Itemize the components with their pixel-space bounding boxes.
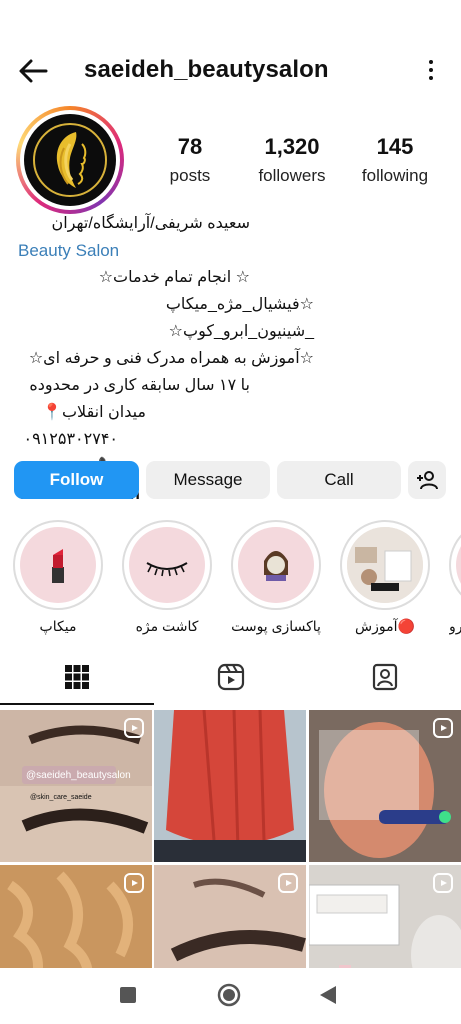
suggest-people-button[interactable]	[408, 461, 446, 499]
back-arrow-icon[interactable]	[16, 54, 50, 88]
posts-count-value: 78	[177, 134, 203, 159]
bio-line: ☆آموزش به همراه مدرک فنی و حرفه ای☆	[28, 350, 314, 367]
highlight-label: رو	[449, 618, 461, 634]
highlight-label: میکاپ	[39, 618, 77, 634]
profile-username: saeideh_beautysalon	[84, 56, 329, 83]
bio-line: میدان انقلاب📍	[42, 404, 146, 421]
highlight-label: 🔴آموزش	[355, 618, 415, 634]
highlight-label: پاکسازی پوست	[231, 618, 321, 634]
add-person-icon	[417, 471, 438, 490]
following-count-label: following	[361, 166, 429, 185]
following-count-value: 145	[376, 134, 414, 159]
bio-line: ☆فیشیال_مژه_میکاپ _شینیون_ابرو_کوپ☆	[165, 296, 314, 340]
highlight-makeup[interactable]: میکاپ	[13, 520, 103, 635]
story-ring[interactable]	[16, 106, 124, 214]
post-thumbnail[interactable]	[154, 710, 306, 862]
post-thumbnail[interactable]: @saeideh_beautysalon @skin_care_saeide	[0, 710, 152, 862]
highlight-label: کاشت مژه	[135, 618, 199, 634]
follow-button[interactable]: Follow	[14, 461, 139, 499]
face-mask-icon	[264, 551, 288, 581]
followers-count-value: 1,320	[264, 134, 320, 159]
reels-icon[interactable]	[216, 662, 246, 692]
avatar	[24, 114, 116, 206]
reel-badge-icon	[124, 718, 144, 738]
lipstick-icon	[52, 549, 64, 583]
more-options-icon[interactable]	[427, 60, 435, 84]
followers-count-label: followers	[258, 166, 326, 185]
reel-badge-icon	[278, 873, 298, 893]
highlight-skin-cleansing[interactable]: پاکسازی پوست	[231, 520, 321, 635]
bio-line: با ۱۷ سال سابقه کاری در محدوده	[29, 377, 250, 394]
profile-tabs	[0, 652, 461, 706]
call-button[interactable]: Call	[277, 461, 401, 499]
eyelash-icon	[146, 562, 188, 577]
active-tab-indicator	[0, 703, 154, 705]
message-button[interactable]: Message	[146, 461, 270, 499]
posts-count[interactable]: 78 posts	[162, 134, 218, 186]
post-watermark: @saeideh_beautysalon	[26, 770, 131, 781]
post-thumbnail[interactable]	[309, 710, 461, 862]
recents-icon[interactable]	[119, 986, 137, 1004]
back-nav-icon[interactable]	[318, 984, 338, 1006]
highlight-training[interactable]: 🔴آموزش	[340, 520, 430, 635]
followers-count[interactable]: 1,320 followers	[248, 134, 336, 186]
reel-badge-icon	[433, 718, 453, 738]
system-nav-bar	[0, 968, 461, 1024]
bio-name-line: سعیده شریفی/آرایشگاه/تهران	[51, 215, 250, 232]
top-bar: saeideh_beautysalon	[0, 40, 461, 106]
following-count[interactable]: 145 following	[354, 134, 436, 186]
bio-line: ☆ انجام تمام خدمات☆	[98, 269, 250, 286]
reel-badge-icon	[433, 873, 453, 893]
salon-logo-icon	[33, 123, 107, 197]
grid-icon[interactable]	[62, 662, 92, 692]
post-image-red-hair	[154, 710, 306, 862]
profile-category[interactable]: Beauty Salon	[18, 237, 443, 264]
home-icon[interactable]	[216, 982, 242, 1008]
training-photo-icon	[347, 527, 423, 603]
post-watermark: @skin_care_saeide	[30, 794, 92, 801]
tagged-icon[interactable]	[370, 662, 400, 692]
reel-badge-icon	[124, 873, 144, 893]
highlight-partial[interactable]: رو	[449, 520, 461, 635]
posts-count-label: posts	[169, 166, 211, 185]
highlight-lash-extension[interactable]: کاشت مژه	[122, 520, 212, 635]
